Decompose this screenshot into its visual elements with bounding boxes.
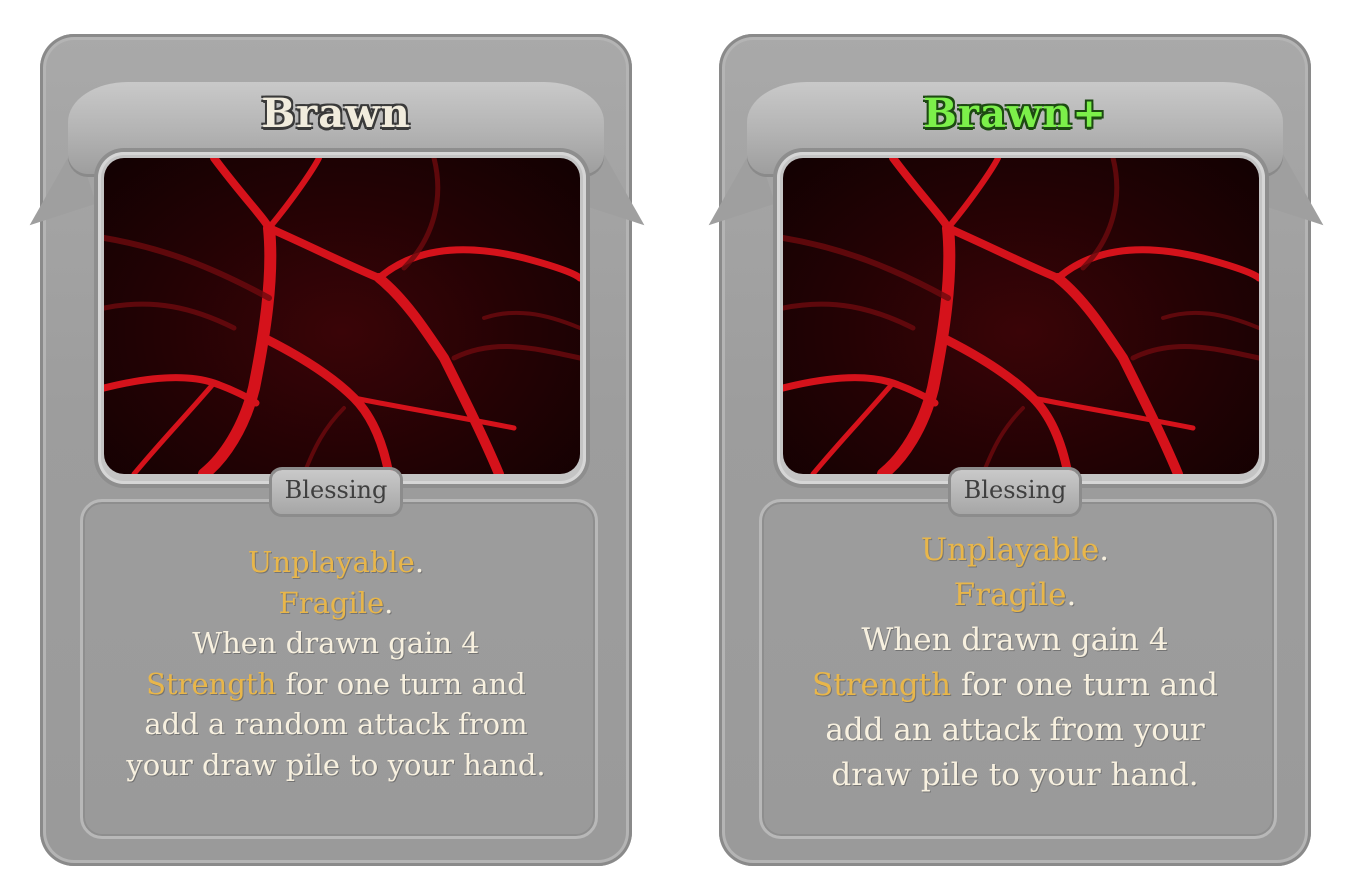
keyword-fragile: Fragile <box>278 585 385 620</box>
keyword-strength: Strength <box>812 667 952 703</box>
keyword-fragile: Fragile <box>953 577 1067 613</box>
card-title: Brawn+ <box>923 90 1107 137</box>
desc-line-3: When drawn gain 4 <box>861 622 1169 658</box>
desc-line-4: Strength for one turn and <box>146 666 526 701</box>
desc-line-6: your draw pile to your hand. <box>126 747 546 782</box>
desc-line-1: Unplayable. <box>247 545 425 579</box>
keyword-unplayable: Unplayable <box>247 545 415 579</box>
desc-line-5: add an attack from your <box>825 712 1205 748</box>
card-description: Unplayable. Fragile. When drawn gain 4 S… <box>80 542 592 785</box>
desc-line-3: When drawn gain 4 <box>192 626 480 660</box>
desc-line-5: add a random attack from <box>144 707 528 741</box>
card-description: Unplayable. Fragile. When drawn gain 4 S… <box>759 528 1271 798</box>
card-title: Brawn <box>261 90 411 137</box>
card-type-label: Blessing <box>963 476 1067 504</box>
card-brawn[interactable]: Brawn Blessing Unplayable. Fragile. When… <box>9 34 665 866</box>
desc-line-6: draw pile to your hand. <box>831 757 1199 793</box>
keyword-unplayable: Unplayable <box>920 532 1100 568</box>
desc-line-2: Fragile. <box>278 585 394 620</box>
red-veins-art-icon <box>783 158 1259 474</box>
desc-line-2: Fragile. <box>953 577 1077 613</box>
desc-line-1: Unplayable. <box>920 532 1110 568</box>
desc-line-4: Strength for one turn and <box>812 667 1218 703</box>
keyword-strength: Strength <box>146 666 277 701</box>
card-brawn-upgraded[interactable]: Brawn+ Blessing Unplayable. Fragile. Whe… <box>688 34 1344 866</box>
card-type-label: Blessing <box>284 476 388 504</box>
red-veins-art-icon <box>104 158 580 474</box>
